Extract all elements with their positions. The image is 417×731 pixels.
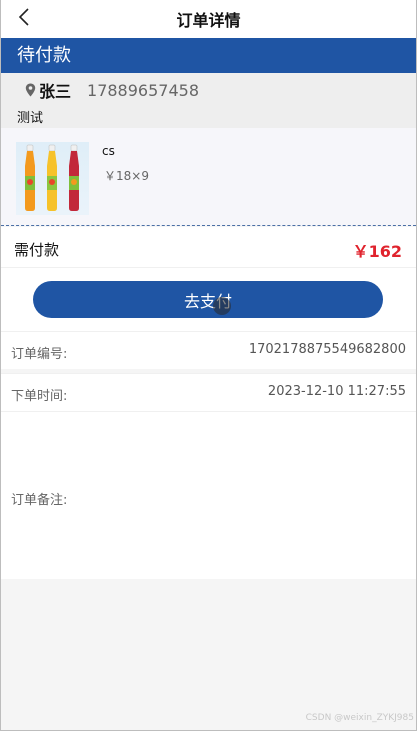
order-number-value: 1702178875549682800	[248, 342, 406, 357]
amount-due-label: 需付款	[14, 241, 60, 259]
order-time-value: 2023-12-10 11:27:55	[267, 384, 406, 399]
top-nav-bar: 订单详情	[1, 0, 416, 38]
order-status-banner: 待付款	[1, 38, 416, 73]
amount-due-value: ￥162	[352, 242, 402, 261]
order-number-label: 订单编号:	[11, 347, 68, 362]
recipient-name: 张三	[39, 82, 72, 101]
product-price-quantity: ￥18×9	[104, 169, 149, 183]
order-remark-label: 订单备注:	[11, 493, 68, 508]
watermark: CSDN @weixin_ZYKJ985	[305, 713, 414, 723]
order-time-label: 下单时间:	[11, 389, 68, 404]
back-button[interactable]	[13, 6, 35, 28]
product-name: cs	[102, 144, 115, 158]
pay-section: 去支付	[1, 268, 416, 331]
address-contact-row: 张三 17889657458	[25, 80, 199, 101]
order-number-row: 订单编号: 1702178875549682800	[1, 331, 416, 369]
order-status-label: 待付款	[17, 45, 71, 66]
order-remark-section: 订单备注:	[1, 411, 416, 579]
order-item[interactable]: cs ￥18×9	[1, 128, 416, 226]
product-image	[16, 142, 89, 215]
location-pin-icon	[25, 83, 36, 97]
juice-bottles-image	[25, 144, 79, 211]
pay-button[interactable]: 去支付	[33, 281, 383, 318]
order-time-row: 下单时间: 2023-12-10 11:27:55	[1, 373, 416, 411]
chevron-left-icon	[18, 8, 29, 26]
page-title: 订单详情	[176, 11, 241, 30]
shipping-address-card[interactable]: 张三 17889657458 测试	[1, 73, 416, 128]
recipient-phone: 17889657458	[87, 80, 199, 100]
amount-due-row: 需付款 ￥162	[1, 227, 416, 268]
touch-cursor-indicator	[213, 297, 231, 315]
address-detail: 测试	[17, 111, 44, 126]
